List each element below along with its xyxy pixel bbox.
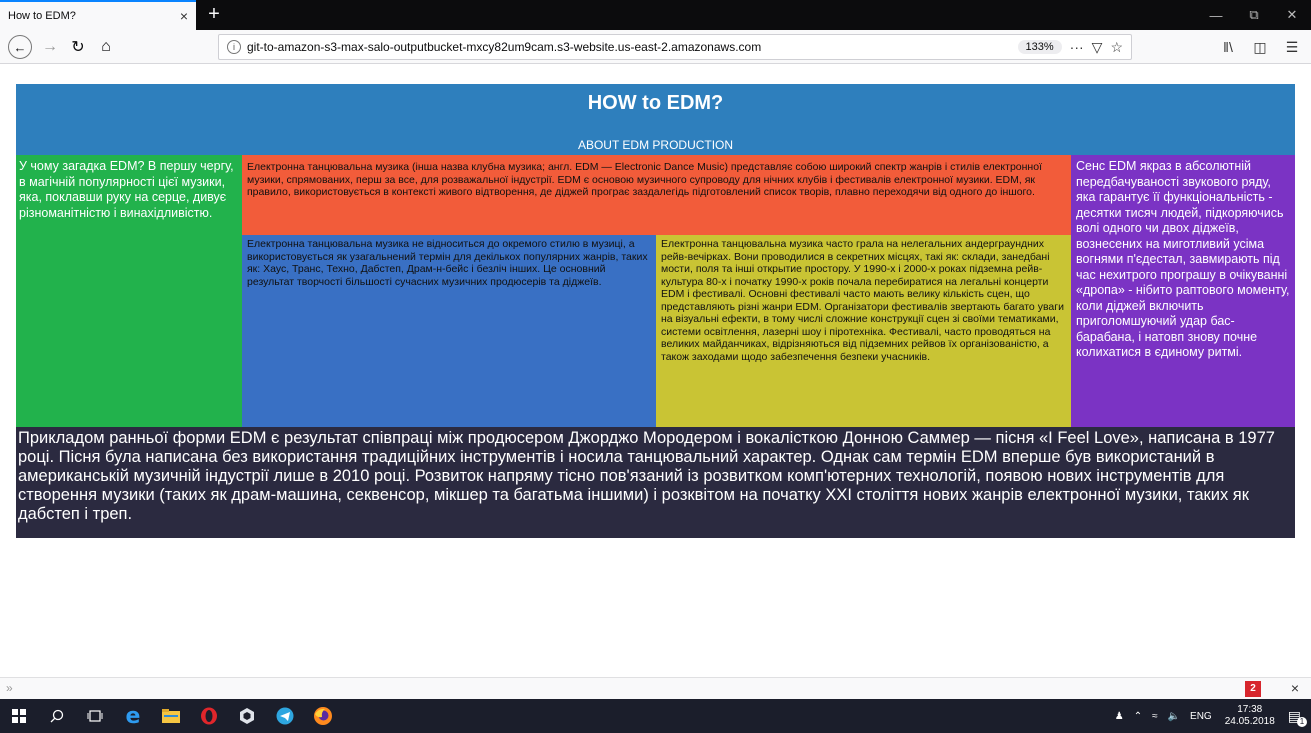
- page-actions-icon[interactable]: ···: [1070, 39, 1084, 55]
- language-indicator[interactable]: ENG: [1190, 711, 1212, 722]
- page-viewport: HOW to EDM? ABOUT EDM PRODUCTION У чому …: [0, 65, 1311, 677]
- page-header: HOW to EDM? ABOUT EDM PRODUCTION: [16, 84, 1295, 155]
- forward-arrow-icon[interactable]: →: [38, 35, 62, 59]
- windows-taskbar: e ♟ ⌃ ≈ 🔈 ENG 17:38 24.05.2018 ▤ 1: [0, 699, 1311, 733]
- notification-count: 1: [1297, 716, 1307, 727]
- address-bar[interactable]: i git-to-amazon-s3-max-salo-outputbucket…: [218, 34, 1132, 60]
- opera-icon[interactable]: [190, 699, 228, 733]
- edm-genres-block: Електронна танцювальна музика не відноси…: [242, 235, 656, 427]
- url-text[interactable]: git-to-amazon-s3-max-salo-outputbucket-m…: [247, 40, 1018, 54]
- clock[interactable]: 17:38 24.05.2018: [1225, 704, 1275, 728]
- zoom-level-badge[interactable]: 133%: [1017, 40, 1062, 54]
- close-tab-icon[interactable]: ×: [180, 8, 188, 24]
- sidebar-icon[interactable]: ◫: [1247, 35, 1273, 59]
- tab-title: How to EDM?: [8, 10, 76, 22]
- clock-time: 17:38: [1237, 704, 1263, 715]
- minimize-icon[interactable]: —: [1197, 0, 1235, 30]
- menu-icon[interactable]: ☰: [1279, 35, 1305, 59]
- telegram-icon[interactable]: [266, 699, 304, 733]
- page-container: HOW to EDM? ABOUT EDM PRODUCTION У чому …: [16, 84, 1295, 538]
- footer-paragraph: Прикладом ранньої форми EDM є результат …: [16, 427, 1295, 538]
- clock-date: 24.05.2018: [1224, 716, 1275, 727]
- edm-history-block: Електронна танцювальна музика часто грал…: [656, 235, 1071, 427]
- chevron-right-icon[interactable]: »: [6, 681, 13, 695]
- site-info-icon[interactable]: i: [227, 40, 241, 54]
- bookmark-star-icon[interactable]: ☆: [1110, 39, 1123, 56]
- system-tray: ♟ ⌃ ≈ 🔈 ENG 17:38 24.05.2018 ▤ 1: [1110, 699, 1311, 733]
- volume-icon[interactable]: 🔈: [1168, 711, 1180, 722]
- back-arrow-icon[interactable]: ←: [8, 35, 32, 59]
- wifi-icon[interactable]: ≈: [1152, 711, 1158, 722]
- content-grid: У чому загадка EDM? В першу чергу, в маг…: [16, 155, 1295, 427]
- close-window-icon[interactable]: ✕: [1273, 0, 1311, 30]
- action-center-icon[interactable]: ▤ 1: [1288, 708, 1307, 727]
- new-tab-button[interactable]: +: [202, 3, 226, 27]
- pocket-icon[interactable]: ▽: [1092, 39, 1103, 56]
- file-explorer-icon[interactable]: [152, 699, 190, 733]
- notification-badge[interactable]: 2: [1245, 681, 1261, 697]
- chevron-up-icon[interactable]: ⌃: [1134, 711, 1142, 722]
- search-icon[interactable]: [38, 699, 76, 733]
- restore-icon[interactable]: ⧉: [1235, 0, 1273, 30]
- status-bar: » 2 ×: [0, 677, 1311, 699]
- library-icon[interactable]: ‖\: [1215, 35, 1241, 59]
- task-view-icon[interactable]: [76, 699, 114, 733]
- page-subtitle: ABOUT EDM PRODUCTION: [577, 138, 734, 152]
- page-title: HOW to EDM?: [587, 92, 724, 114]
- edm-definition-block: Електронна танцювальна музика (інша назв…: [242, 155, 1071, 235]
- edge-browser-icon[interactable]: e: [114, 699, 152, 733]
- browser-tab-strip: How to EDM? × + — ⧉ ✕: [0, 0, 1311, 30]
- middle-bottom-row: Електронна танцювальна музика не відноси…: [242, 235, 1071, 427]
- close-icon[interactable]: ×: [1291, 680, 1299, 696]
- app-icon[interactable]: [228, 699, 266, 733]
- people-icon[interactable]: ♟: [1115, 711, 1124, 722]
- windows-start-icon[interactable]: [0, 699, 38, 733]
- firefox-icon[interactable]: [304, 699, 342, 733]
- reload-icon[interactable]: ↻: [66, 35, 90, 59]
- right-column-text: Сенс EDM якраз в абсолютній передбачуван…: [1071, 155, 1295, 427]
- middle-column: Електронна танцювальна музика (інша назв…: [242, 155, 1071, 427]
- navigation-toolbar: ← → ↻ ⌂ i git-to-amazon-s3-max-salo-outp…: [0, 30, 1311, 64]
- browser-tab[interactable]: How to EDM? ×: [0, 0, 196, 30]
- home-icon[interactable]: ⌂: [94, 35, 118, 59]
- left-column-text: У чому загадка EDM? В першу чергу, в маг…: [16, 155, 242, 427]
- window-controls: — ⧉ ✕: [1197, 0, 1311, 30]
